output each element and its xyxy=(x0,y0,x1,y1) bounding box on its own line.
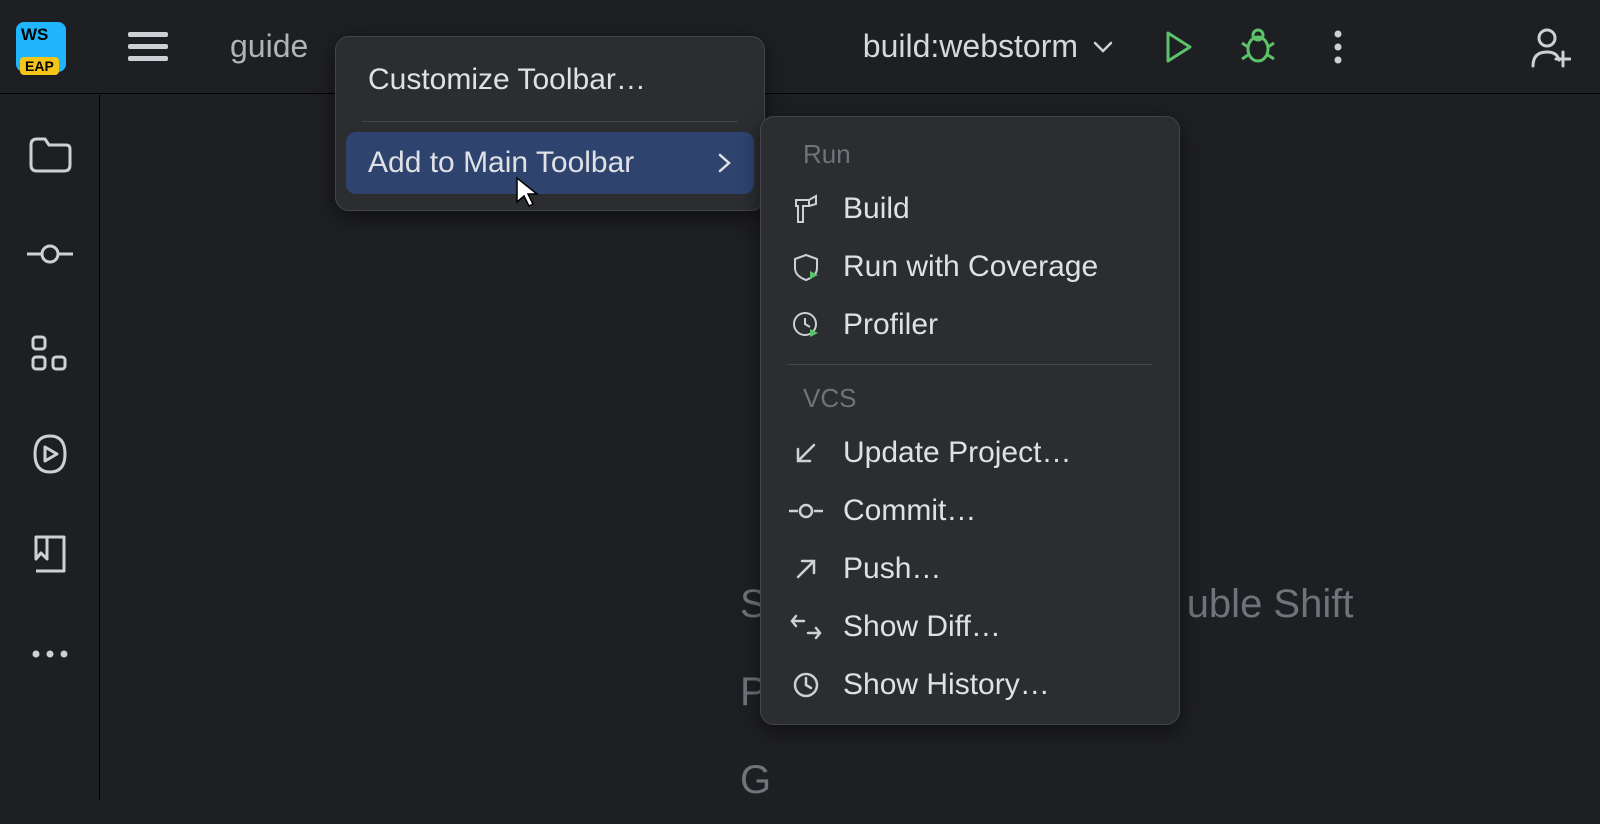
play-shape-icon xyxy=(29,433,71,475)
more-tools-button[interactable] xyxy=(20,629,80,679)
submenu-build[interactable]: Build xyxy=(771,180,1169,238)
breadcrumb[interactable]: guide xyxy=(230,28,308,65)
run-button[interactable] xyxy=(1150,19,1206,75)
submenu-build-label: Build xyxy=(843,192,910,226)
structure-tool-button[interactable] xyxy=(20,329,80,379)
submenu-push[interactable]: Push… xyxy=(771,540,1169,598)
chevron-right-icon xyxy=(716,152,732,174)
project-tool-button[interactable] xyxy=(20,129,80,179)
customize-toolbar-label: Customize Toolbar… xyxy=(368,63,646,97)
submenu-commit-label: Commit… xyxy=(843,494,976,528)
submenu-section-run: Run xyxy=(771,131,1169,180)
submenu-profiler[interactable]: Profiler xyxy=(771,296,1169,354)
submenu-show-diff[interactable]: Show Diff… xyxy=(771,598,1169,656)
app-logo-icon xyxy=(16,22,66,72)
left-tool-stripe xyxy=(0,95,100,800)
submenu-diff-label: Show Diff… xyxy=(843,610,1001,644)
hint-line-3: G xyxy=(740,736,1353,824)
bug-icon xyxy=(1238,27,1278,67)
add-to-main-toolbar-label: Add to Main Toolbar xyxy=(368,146,634,180)
run-config-selector[interactable]: build:webstorm xyxy=(845,20,1132,73)
arrow-down-left-icon xyxy=(789,439,823,467)
folder-icon xyxy=(28,135,72,173)
hamburger-icon xyxy=(128,32,168,62)
submenu-coverage[interactable]: Run with Coverage xyxy=(771,238,1169,296)
customize-toolbar-item[interactable]: Customize Toolbar… xyxy=(346,49,754,111)
kebab-icon xyxy=(1334,30,1342,64)
structure-icon xyxy=(30,334,70,374)
chevron-down-icon xyxy=(1092,36,1114,58)
more-actions-button[interactable] xyxy=(1310,19,1366,75)
submenu-show-history[interactable]: Show History… xyxy=(771,656,1169,714)
submenu-push-label: Push… xyxy=(843,552,941,586)
submenu-coverage-label: Run with Coverage xyxy=(843,250,1098,284)
diff-arrows-icon xyxy=(789,613,823,641)
debug-button[interactable] xyxy=(1230,19,1286,75)
submenu-update-project[interactable]: Update Project… xyxy=(771,424,1169,482)
hammer-icon xyxy=(789,194,823,224)
submenu-update-label: Update Project… xyxy=(843,436,1071,470)
submenu-commit[interactable]: Commit… xyxy=(771,482,1169,540)
bookmark-icon xyxy=(31,533,69,575)
add-to-main-toolbar-item[interactable]: Add to Main Toolbar xyxy=(346,132,754,194)
play-icon xyxy=(1160,29,1196,65)
clock-play-icon xyxy=(789,310,823,340)
commit-icon xyxy=(789,503,823,519)
add-user-button[interactable] xyxy=(1522,19,1578,75)
shield-play-icon xyxy=(789,252,823,282)
submenu-separator xyxy=(787,364,1153,365)
hint-line-1-end: uble Shift xyxy=(1187,560,1354,648)
submenu-section-vcs: VCS xyxy=(771,375,1169,424)
toolbar-context-menu: Customize Toolbar… Add to Main Toolbar xyxy=(335,36,765,211)
add-to-toolbar-submenu: Run Build Run with Coverage Profiler VCS… xyxy=(760,116,1180,725)
hamburger-menu-button[interactable] xyxy=(118,17,178,77)
commit-tool-button[interactable] xyxy=(20,229,80,279)
history-icon xyxy=(789,670,823,700)
services-tool-button[interactable] xyxy=(20,429,80,479)
arrow-up-right-icon xyxy=(789,555,823,583)
commit-node-icon xyxy=(27,244,73,264)
run-config-label: build:webstorm xyxy=(863,28,1078,65)
main-toolbar: guide build:webstorm xyxy=(0,0,1600,94)
bookmarks-tool-button[interactable] xyxy=(20,529,80,579)
add-user-icon xyxy=(1529,26,1571,68)
submenu-history-label: Show History… xyxy=(843,668,1050,702)
menu-separator xyxy=(362,121,738,122)
ellipsis-icon xyxy=(31,650,69,658)
submenu-profiler-label: Profiler xyxy=(843,308,938,342)
